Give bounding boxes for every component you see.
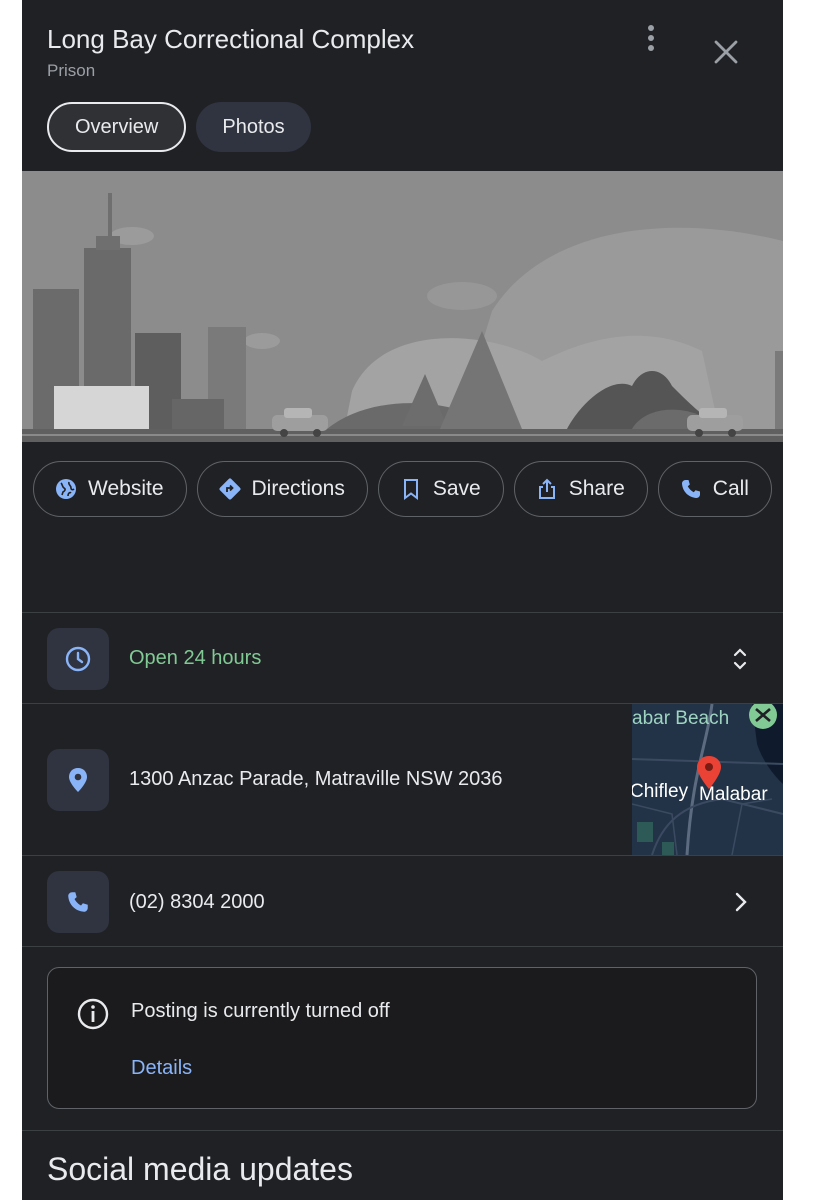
hero-illustration bbox=[22, 171, 783, 442]
address-row[interactable]: 1300 Anzac Parade, Matraville NSW 2036 a… bbox=[22, 704, 783, 855]
more-vert-icon bbox=[648, 25, 654, 51]
website-button[interactable]: Website bbox=[33, 461, 187, 517]
phone-icon-box bbox=[47, 871, 109, 933]
share-label: Share bbox=[568, 477, 625, 500]
phone-icon bbox=[68, 892, 88, 912]
info-icon bbox=[77, 998, 109, 1030]
details-link[interactable]: Details bbox=[131, 1057, 192, 1080]
share-icon bbox=[538, 478, 555, 499]
close-icon bbox=[714, 40, 738, 64]
save-label: Save bbox=[432, 477, 481, 500]
hours-icon-box bbox=[47, 628, 109, 690]
action-buttons: Website Directions Save Share Call bbox=[22, 461, 783, 517]
directions-label: Directions bbox=[251, 477, 345, 500]
tab-overview[interactable]: Overview bbox=[47, 102, 187, 152]
website-label: Website bbox=[88, 477, 164, 500]
divider bbox=[22, 1130, 783, 1131]
address-text: 1300 Anzac Parade, Matraville NSW 2036 bbox=[129, 768, 503, 790]
globe-icon bbox=[56, 479, 77, 499]
map-label-suburb1: Chifley bbox=[632, 781, 689, 802]
bookmark-icon bbox=[403, 479, 418, 500]
phone-icon bbox=[681, 480, 700, 498]
directions-button[interactable]: Directions bbox=[196, 461, 368, 517]
social-media-heading: Social media updates bbox=[47, 1151, 353, 1187]
divider bbox=[22, 946, 783, 947]
more-options-button[interactable] bbox=[631, 18, 671, 58]
call-button[interactable]: Call bbox=[657, 461, 772, 517]
map-label-beach: abar Beach bbox=[632, 708, 730, 729]
place-title: Long Bay Correctional Complex bbox=[47, 24, 415, 54]
clock-icon bbox=[65, 646, 91, 672]
map-thumbnail[interactable]: abar Beach Chifley Malabar bbox=[632, 704, 783, 855]
directions-icon bbox=[219, 478, 240, 500]
chevron-right-icon bbox=[735, 892, 747, 912]
call-label: Call bbox=[712, 477, 749, 500]
save-button[interactable]: Save bbox=[377, 461, 504, 517]
hours-row[interactable]: Open 24 hours bbox=[22, 613, 783, 703]
phone-number: (02) 8304 2000 bbox=[129, 891, 265, 913]
posting-notice: Posting is currently turned off Details bbox=[47, 967, 757, 1109]
map-label-suburb2: Malabar bbox=[699, 784, 768, 805]
expand-icon bbox=[733, 648, 747, 670]
notice-message: Posting is currently turned off bbox=[131, 1000, 390, 1022]
phone-row[interactable]: (02) 8304 2000 bbox=[22, 856, 783, 946]
close-button[interactable] bbox=[706, 32, 746, 72]
city-illustration bbox=[22, 171, 783, 442]
share-button[interactable]: Share bbox=[513, 461, 648, 517]
hours-status: Open 24 hours bbox=[129, 647, 262, 669]
address-icon-box bbox=[47, 749, 109, 811]
place-panel: Long Bay Correctional Complex Prison Ove… bbox=[22, 0, 783, 1200]
tab-photos[interactable]: Photos bbox=[196, 102, 311, 152]
place-category: Prison bbox=[47, 61, 96, 80]
tab-bar: Overview Photos bbox=[47, 102, 311, 152]
location-pin-icon bbox=[69, 768, 87, 792]
panel-header: Long Bay Correctional Complex Prison bbox=[22, 0, 783, 95]
